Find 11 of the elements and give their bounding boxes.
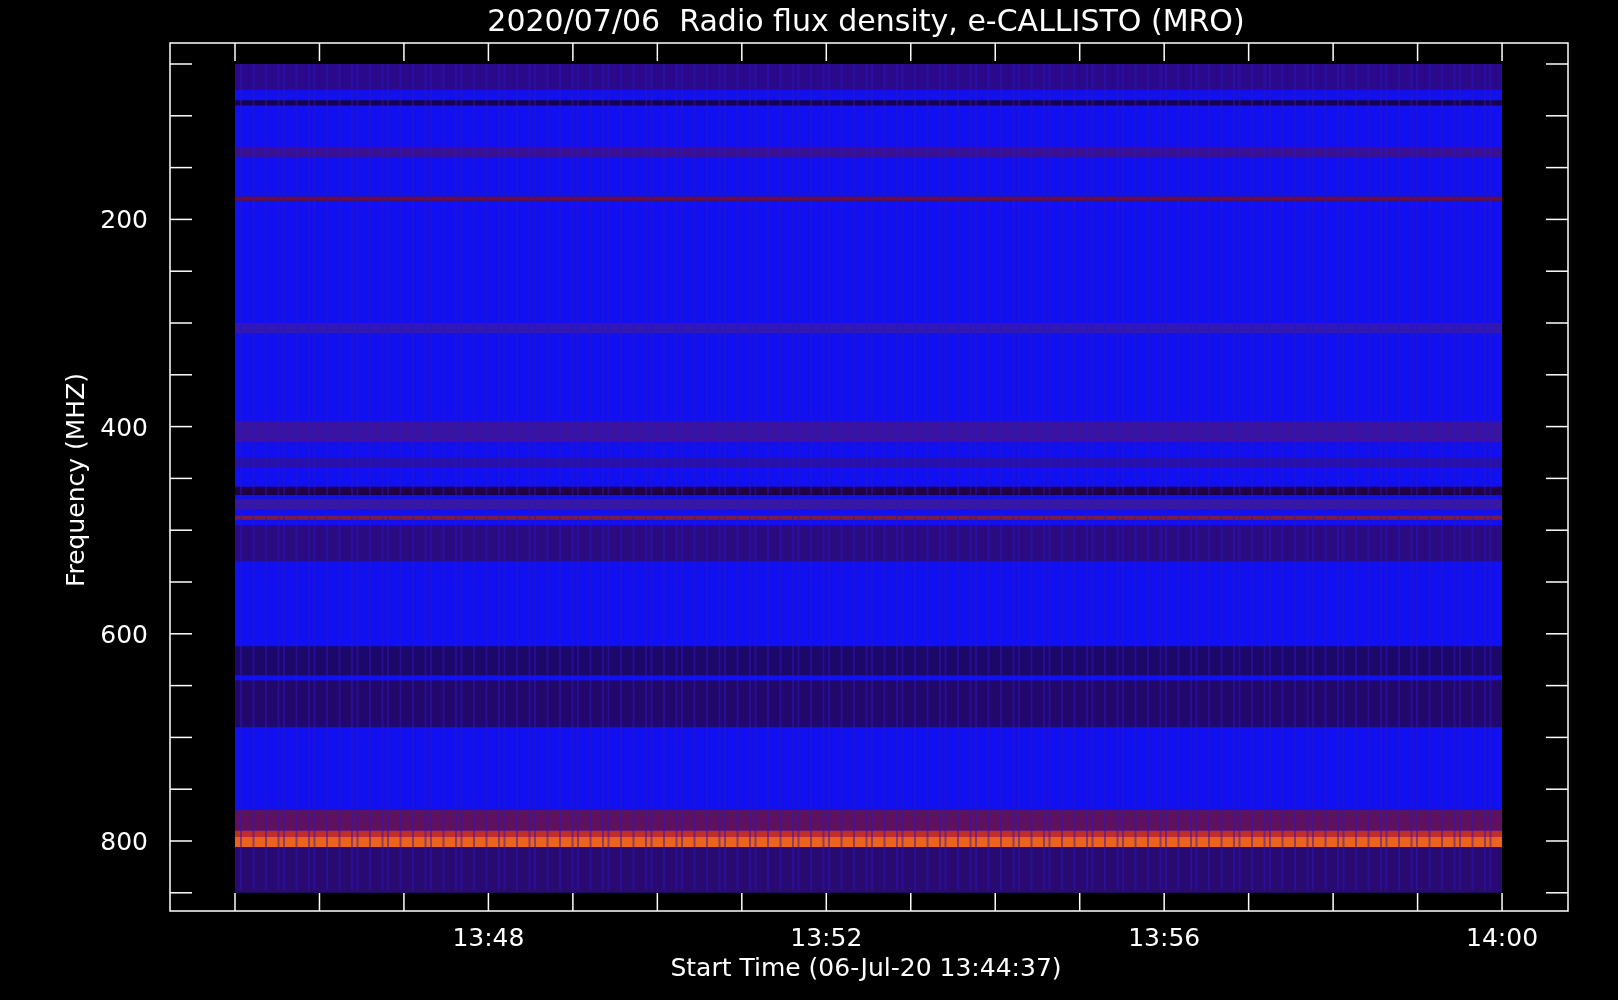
x-tick-label: 13:52 xyxy=(790,923,863,952)
x-tick-label: 13:48 xyxy=(452,923,525,952)
y-tick-label: 200 xyxy=(100,205,148,235)
plot-title: 2020/07/06 Radio flux density, e-CALLISTO (MRO) xyxy=(487,3,1245,38)
x-tick-label: 13:56 xyxy=(1128,923,1201,952)
x-axis-title: Start Time (06-Jul-20 13:44:37) xyxy=(670,953,1062,982)
y-axis-title: Frequency (MHZ) xyxy=(61,372,90,588)
x-tick-label: 14:00 xyxy=(1466,923,1539,952)
y-tick-label: 600 xyxy=(100,619,148,649)
y-tick-label: 800 xyxy=(100,827,148,856)
y-tick-label: 400 xyxy=(100,412,148,442)
